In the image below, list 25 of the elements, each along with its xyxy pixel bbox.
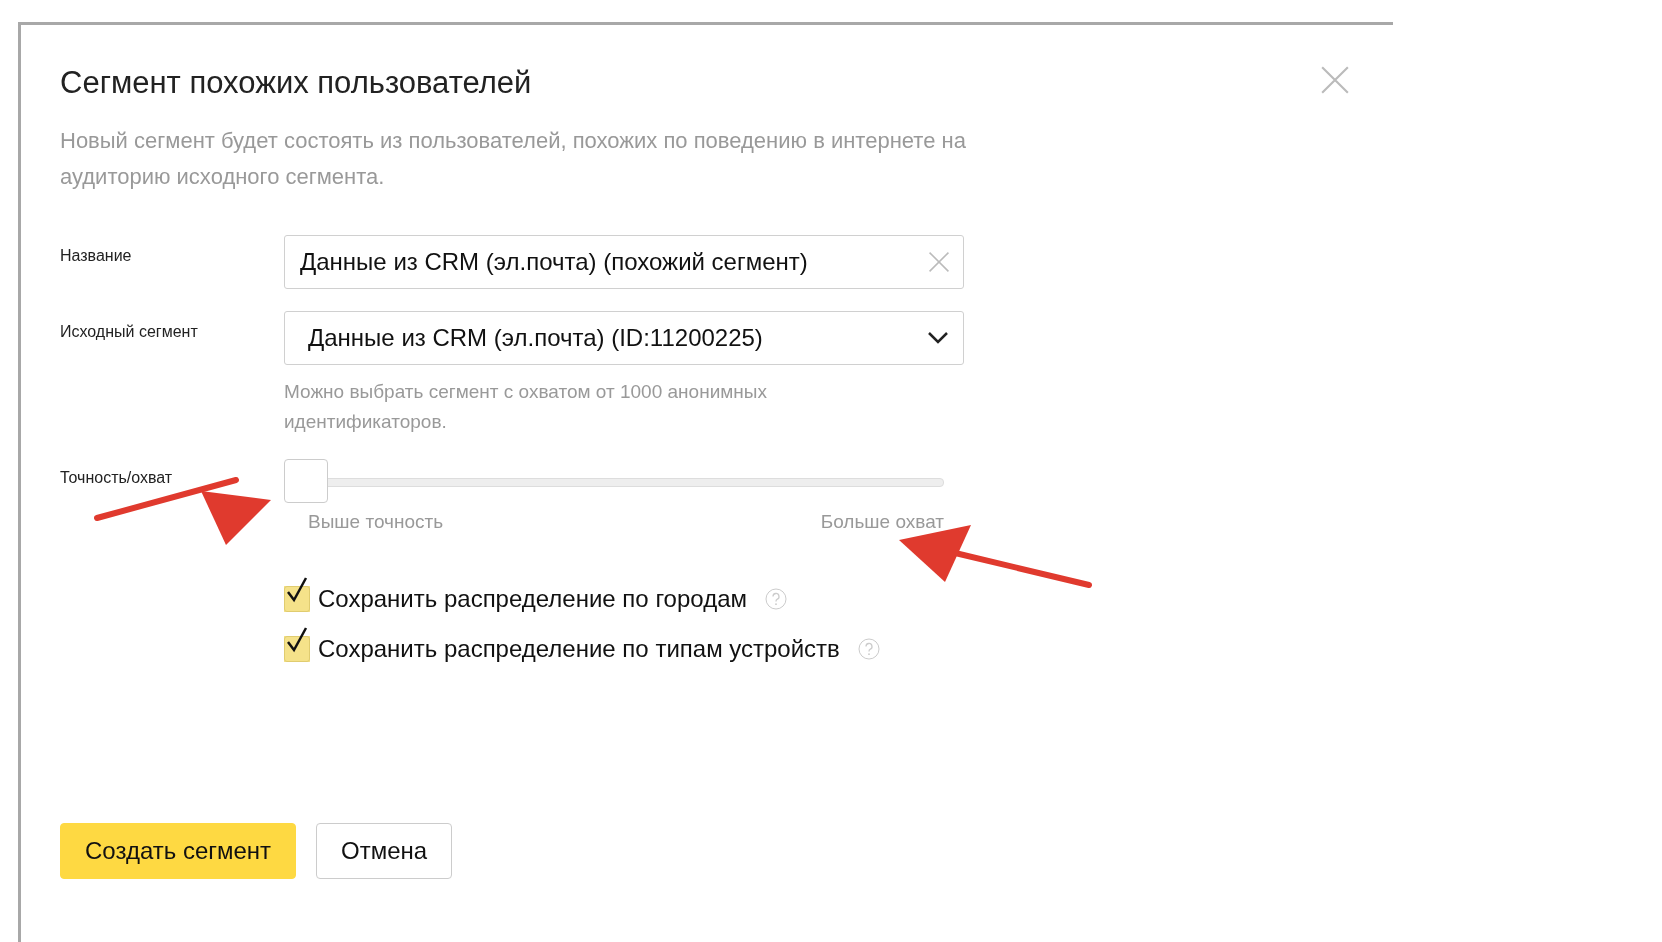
help-icon[interactable] (765, 588, 787, 610)
field-label: Точность/охват (60, 468, 174, 487)
checkmark-icon (286, 626, 308, 654)
close-icon (1320, 65, 1350, 95)
dialog-description: Новый сегмент будет состоять из пользователей, похожих по поведению в интернете на аудиторию исходного сегмента. (60, 127, 967, 191)
slider-max-label: Больше охват (820, 511, 944, 533)
create-button[interactable]: Создать сегмент (60, 823, 297, 879)
field-label: Название (60, 246, 133, 265)
help-icon[interactable] (857, 638, 880, 660)
checkbox[interactable] (284, 626, 312, 662)
checkbox-label: Сохранить распределение по типам устройств (318, 635, 840, 663)
field-label: Исходный сегмент (60, 322, 199, 341)
hint-text: Можно выбрать сегмент с охватом от 1000 анонимных идентификаторов. (284, 380, 768, 434)
dialog-title: Сегмент похожих пользователей (60, 65, 532, 101)
segment-dropdown[interactable]: Данные из CRM (эл.почта) (ID:11200225) (284, 311, 964, 365)
chevron-down-icon (927, 331, 949, 345)
close-button[interactable] (1320, 65, 1350, 95)
slider-min-label: Выше точность (308, 511, 444, 533)
clear-icon (928, 251, 950, 273)
checkmark-icon (286, 576, 308, 604)
name-input-field[interactable]: Данные из CRM (эл.почта) (похожий сегмент) (284, 235, 964, 289)
checkbox[interactable] (284, 576, 312, 612)
checkbox-label: Сохранить распределение по городам (318, 585, 747, 613)
slider-thumb[interactable] (284, 459, 328, 503)
cancel-button[interactable]: Отмена (316, 823, 453, 879)
